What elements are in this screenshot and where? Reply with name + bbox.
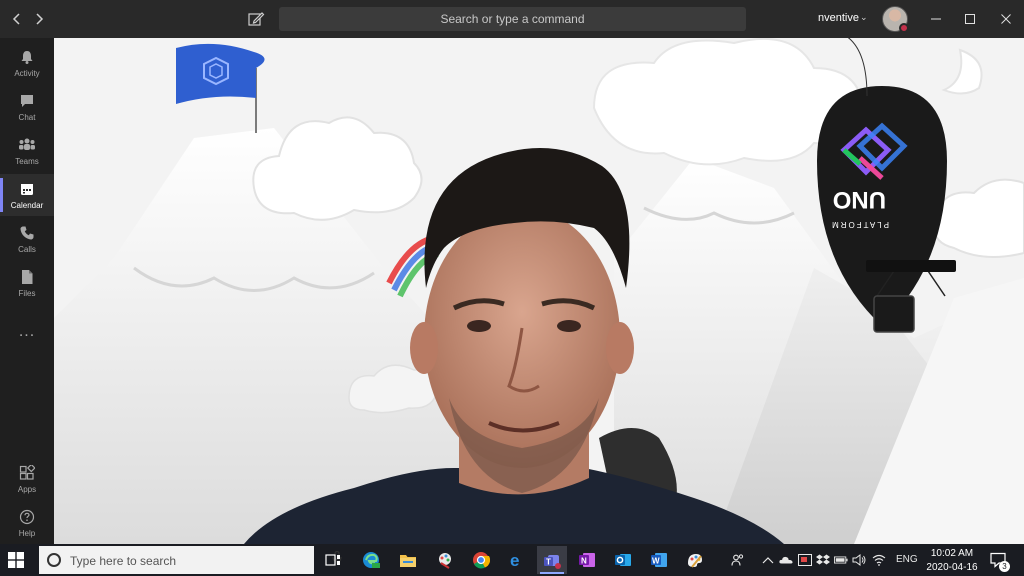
chrome-icon[interactable]	[466, 546, 496, 574]
rail-item-label: Chat	[18, 113, 36, 122]
file-explorer-icon[interactable]	[393, 546, 423, 574]
paint-3d-icon[interactable]	[680, 546, 710, 574]
volume-icon[interactable]	[852, 553, 866, 567]
balloon-logo-text: UNO	[833, 186, 886, 213]
calendar-icon	[18, 180, 36, 198]
cortana-icon	[47, 553, 61, 567]
rail-item-label: Apps	[17, 485, 37, 494]
rail-item-label: Calendar	[10, 201, 44, 210]
rail-item-label: Files	[18, 289, 36, 298]
file-icon	[18, 268, 36, 286]
command-search-box[interactable]: Search or type a command	[279, 7, 746, 31]
edge-icon[interactable]: e	[502, 546, 532, 574]
video-feed: UNO PLATFORM	[54, 38, 1024, 544]
onenote-icon[interactable]: N	[572, 546, 602, 574]
forward-arrow-icon[interactable]	[28, 8, 50, 30]
rail-item-help[interactable]: Help	[0, 502, 54, 544]
people-icon[interactable]	[731, 553, 745, 567]
command-search-placeholder: Search or type a command	[440, 12, 585, 26]
teams-app-icon[interactable]: T	[537, 546, 567, 574]
word-icon[interactable]: W	[644, 546, 674, 574]
apps-icon	[18, 464, 36, 482]
onedrive-icon[interactable]	[779, 553, 793, 567]
rail-item-chat[interactable]: Chat	[0, 86, 54, 128]
more-apps-button[interactable]: ...	[0, 323, 54, 341]
chat-icon	[18, 92, 36, 110]
clock-time[interactable]: 10:02 AM	[930, 548, 974, 559]
chevron-up-icon[interactable]	[761, 553, 775, 567]
edge-dev-icon[interactable]	[356, 546, 386, 574]
task-view-icon[interactable]	[318, 546, 348, 574]
chevron-down-icon[interactable]: ⌄	[860, 12, 868, 23]
phone-icon	[18, 224, 36, 242]
svg-text:e: e	[510, 551, 519, 569]
video-stage: UNO PLATFORM	[54, 38, 1024, 544]
rail-item-label: Teams	[15, 157, 39, 166]
meet-now-icon[interactable]	[798, 553, 812, 567]
dropbox-icon[interactable]	[816, 553, 830, 567]
rail-item-activity[interactable]: Activity	[0, 42, 54, 84]
balloon-sub-text: PLATFORM	[830, 220, 889, 229]
rail-item-apps[interactable]: Apps	[0, 458, 54, 500]
taskbar-search-placeholder: Type here to search	[70, 554, 177, 568]
rail-item-label: Calls	[18, 245, 36, 254]
bell-icon	[18, 48, 36, 66]
blue-flag	[176, 43, 265, 104]
wifi-icon[interactable]	[872, 553, 886, 567]
title-bar: Search or type a command nventive ⌄	[0, 0, 1024, 38]
teams-window: Search or type a command nventive ⌄ Acti…	[0, 0, 1024, 576]
help-icon	[18, 508, 36, 526]
back-arrow-icon[interactable]	[6, 8, 28, 30]
presence-busy-icon	[899, 23, 909, 33]
windows-taskbar: Type here to search e T N W ENG 10:02 AM…	[0, 544, 1024, 576]
maximize-button[interactable]	[958, 8, 982, 30]
svg-text:N: N	[581, 557, 587, 566]
teams-icon	[18, 136, 36, 154]
notification-count-badge: 3	[999, 561, 1010, 572]
rail-item-calls[interactable]: Calls	[0, 218, 54, 260]
windows-start-icon[interactable]	[8, 552, 24, 568]
svg-text:W: W	[652, 557, 660, 566]
rail-item-label: Activity	[14, 69, 40, 78]
close-button[interactable]	[994, 8, 1018, 30]
taskbar-search-box[interactable]: Type here to search	[39, 546, 342, 574]
clock-date[interactable]: 2020-04-16	[924, 562, 980, 573]
rail-item-calendar[interactable]: Calendar	[0, 174, 54, 216]
rail-item-files[interactable]: Files	[0, 262, 54, 304]
rail-item-teams[interactable]: Teams	[0, 130, 54, 172]
rail-item-label: Help	[18, 529, 36, 538]
minimize-button[interactable]	[924, 8, 948, 30]
snip-sketch-icon[interactable]	[430, 546, 460, 574]
svg-text:T: T	[546, 558, 551, 567]
input-language[interactable]: ENG	[896, 554, 918, 565]
app-rail: Activity Chat Teams Calendar Calls Files…	[0, 38, 54, 544]
tenant-name[interactable]: nventive	[818, 12, 859, 24]
compose-icon[interactable]	[246, 9, 266, 29]
battery-icon[interactable]	[834, 553, 848, 567]
outlook-icon[interactable]	[608, 546, 638, 574]
